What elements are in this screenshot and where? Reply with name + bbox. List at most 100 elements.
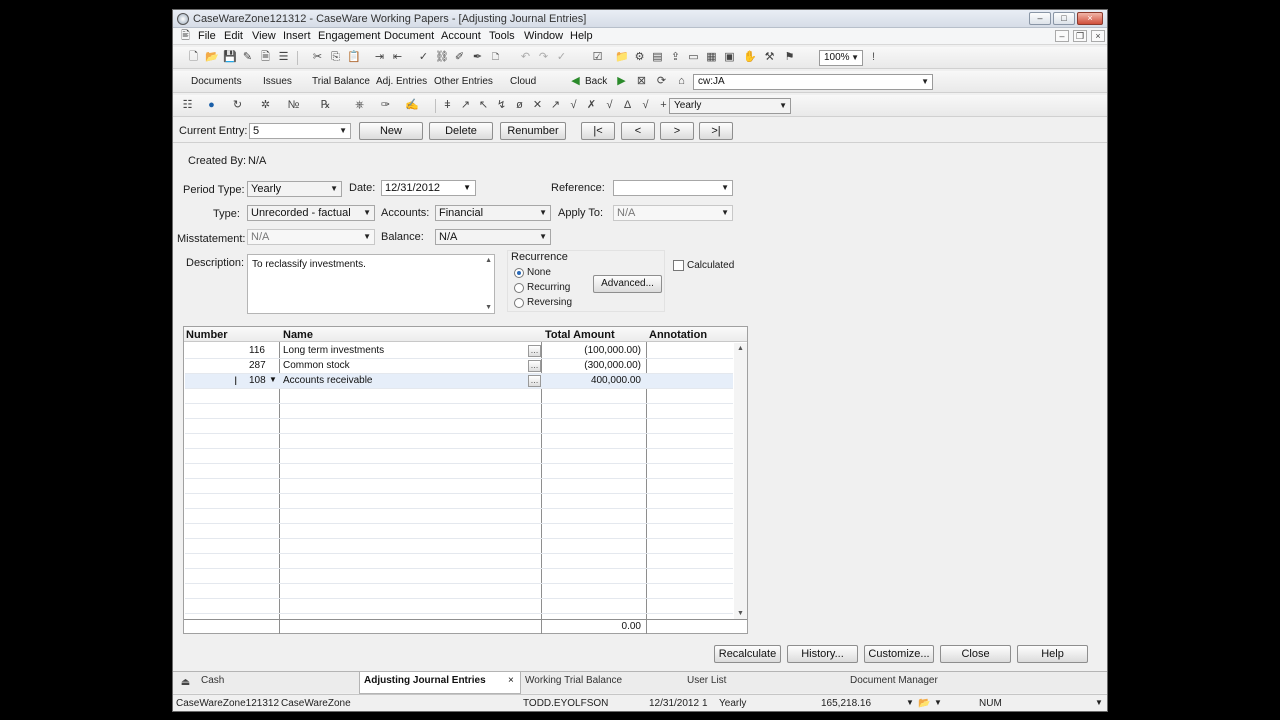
balance-select[interactable]: N/A ▼ <box>435 229 551 245</box>
signoff-icon[interactable]: ☑ <box>591 51 604 64</box>
preview-icon[interactable]: 🗎 <box>259 51 272 64</box>
cut-icon[interactable]: ✂ <box>311 51 324 64</box>
nav-issues[interactable]: Issues <box>263 76 292 87</box>
date-field[interactable]: 12/31/2012 ▼ <box>381 180 476 196</box>
tick3-icon[interactable]: ↖ <box>477 99 490 112</box>
menu-view[interactable]: View <box>252 30 276 42</box>
tick8-icon[interactable]: √ <box>567 99 580 112</box>
edit-icon[interactable]: ✎ <box>241 51 254 64</box>
help-button[interactable]: Help <box>1017 645 1088 663</box>
last-entry-button[interactable]: >| <box>699 122 733 140</box>
save-icon[interactable]: 💾 <box>223 51 237 64</box>
period-type-select[interactable]: Yearly ▼ <box>247 181 342 197</box>
nav-adj-entries[interactable]: Adj. Entries <box>376 76 427 87</box>
outdent-icon[interactable]: ⇤ <box>391 51 404 64</box>
recurrence-recurring-radio[interactable] <box>514 283 524 293</box>
tick1-icon[interactable]: ǂ <box>441 99 454 112</box>
header-total-amount[interactable]: Total Amount <box>545 329 615 341</box>
table-row[interactable]: I 108 ▼ Accounts receivable … 400,000.00 <box>184 373 732 388</box>
folder-status-icon[interactable]: 📂 <box>918 698 930 709</box>
options-icon[interactable]: ⚑ <box>783 51 796 64</box>
scroll-down-icon[interactable]: ▼ <box>485 304 492 311</box>
history-button[interactable]: History... <box>787 645 858 663</box>
menu-tools[interactable]: Tools <box>489 30 515 42</box>
chevron-down-icon[interactable]: ▼ <box>1095 698 1103 707</box>
delete-entry-button[interactable]: Delete <box>429 122 493 140</box>
indent-icon[interactable]: ⇥ <box>373 51 386 64</box>
close-window-button[interactable]: × <box>1077 12 1103 25</box>
chevron-down-icon[interactable]: ▼ <box>934 698 942 707</box>
recurrence-reversing-radio[interactable] <box>514 298 524 308</box>
pen-icon[interactable]: ✒ <box>471 51 484 64</box>
folder-icon[interactable]: 📁 <box>615 51 629 64</box>
renumber-button[interactable]: Renumber <box>500 122 566 140</box>
export-icon[interactable]: ⇪ <box>669 51 682 64</box>
ellipsis-icon[interactable]: … <box>528 360 541 372</box>
reference-select[interactable]: ▼ <box>613 180 733 196</box>
annotate-icon[interactable]: ✐ <box>453 51 466 64</box>
chevron-down-icon[interactable]: ▼ <box>906 698 914 707</box>
back-arrow-icon[interactable]: ◀ <box>569 75 582 88</box>
brush-icon[interactable]: ✑ <box>379 99 392 112</box>
back-button[interactable]: Back <box>585 76 607 87</box>
chevron-down-icon[interactable]: ▼ <box>269 375 277 384</box>
menu-insert[interactable]: Insert <box>283 30 311 42</box>
alert-icon[interactable]: ! <box>867 51 880 64</box>
header-number[interactable]: Number <box>186 329 228 341</box>
recurrence-none-radio[interactable] <box>514 268 524 278</box>
maximize-button[interactable]: □ <box>1053 12 1075 25</box>
stamp-icon[interactable]: ⎈ <box>353 99 366 112</box>
calc-icon[interactable]: ▣ <box>723 51 736 64</box>
stop-icon[interactable]: ⊠ <box>635 75 648 88</box>
reload-icon[interactable]: ↻ <box>231 99 244 112</box>
tab-cash[interactable]: Cash <box>201 675 224 686</box>
previous-entry-button[interactable]: < <box>621 122 655 140</box>
undo-icon[interactable]: ↶ <box>519 51 532 64</box>
menu-engagement[interactable]: Engagement <box>318 30 380 42</box>
menu-document[interactable]: Document <box>384 30 434 42</box>
refresh-icon[interactable]: ⟳ <box>655 75 668 88</box>
list-icon[interactable]: ☷ <box>181 99 194 112</box>
tab-user-list[interactable]: User List <box>687 675 726 686</box>
home-icon[interactable]: ⌂ <box>675 75 688 88</box>
type-select[interactable]: Unrecorded - factual ▼ <box>247 205 375 221</box>
tools-icon[interactable]: ⚒ <box>763 51 776 64</box>
tick12-icon[interactable]: √ <box>639 99 652 112</box>
tick7-icon[interactable]: ↗ <box>549 99 562 112</box>
period-select[interactable]: Yearly ▼ <box>669 98 791 114</box>
menu-edit[interactable]: Edit <box>224 30 243 42</box>
zoom-select[interactable]: 100% ▼ <box>819 50 863 66</box>
tick10-icon[interactable]: √ <box>603 99 616 112</box>
tab-document-manager[interactable]: Document Manager <box>850 675 938 686</box>
scroll-down-icon[interactable]: ▼ <box>737 610 744 617</box>
advanced-button[interactable]: Advanced... <box>593 275 662 293</box>
table-row[interactable]: 287 Common stock … (300,000.00) <box>184 358 732 373</box>
menu-help[interactable]: Help <box>570 30 593 42</box>
tick2-icon[interactable]: ↗ <box>459 99 472 112</box>
nav-cloud[interactable]: Cloud <box>510 76 536 87</box>
properties-icon[interactable]: ☰ <box>277 51 290 64</box>
note-icon[interactable]: 🗅 <box>489 51 502 64</box>
report-icon[interactable]: ▤ <box>651 51 664 64</box>
tick-icon[interactable]: ✓ <box>417 51 430 64</box>
sparkle-icon[interactable]: ✲ <box>259 99 272 112</box>
scroll-up-icon[interactable]: ▲ <box>737 345 744 352</box>
app-icon[interactable] <box>177 13 189 25</box>
apply-to-select[interactable]: N/A ▼ <box>613 205 733 221</box>
mdi-minimize-button[interactable]: – <box>1055 30 1069 42</box>
query-icon[interactable]: ⚙ <box>633 51 646 64</box>
mdi-restore-button[interactable]: ❐ <box>1073 30 1087 42</box>
customize-button[interactable]: Customize... <box>864 645 934 663</box>
calculated-checkbox[interactable] <box>673 260 684 271</box>
globe-icon[interactable]: ● <box>205 99 218 112</box>
mdi-close-button[interactable]: × <box>1091 30 1105 42</box>
first-entry-button[interactable]: |< <box>581 122 615 140</box>
misstatement-select[interactable]: N/A ▼ <box>247 229 375 245</box>
nav-other-entries[interactable]: Other Entries <box>434 76 493 87</box>
nav-trial-balance[interactable]: Trial Balance <box>312 76 370 87</box>
ellipsis-icon[interactable]: … <box>528 375 541 387</box>
tick9-icon[interactable]: ✗ <box>585 99 598 112</box>
recalculate-button[interactable]: Recalculate <box>714 645 781 663</box>
tick5-icon[interactable]: ø <box>513 99 526 112</box>
menu-file[interactable]: File <box>198 30 216 42</box>
